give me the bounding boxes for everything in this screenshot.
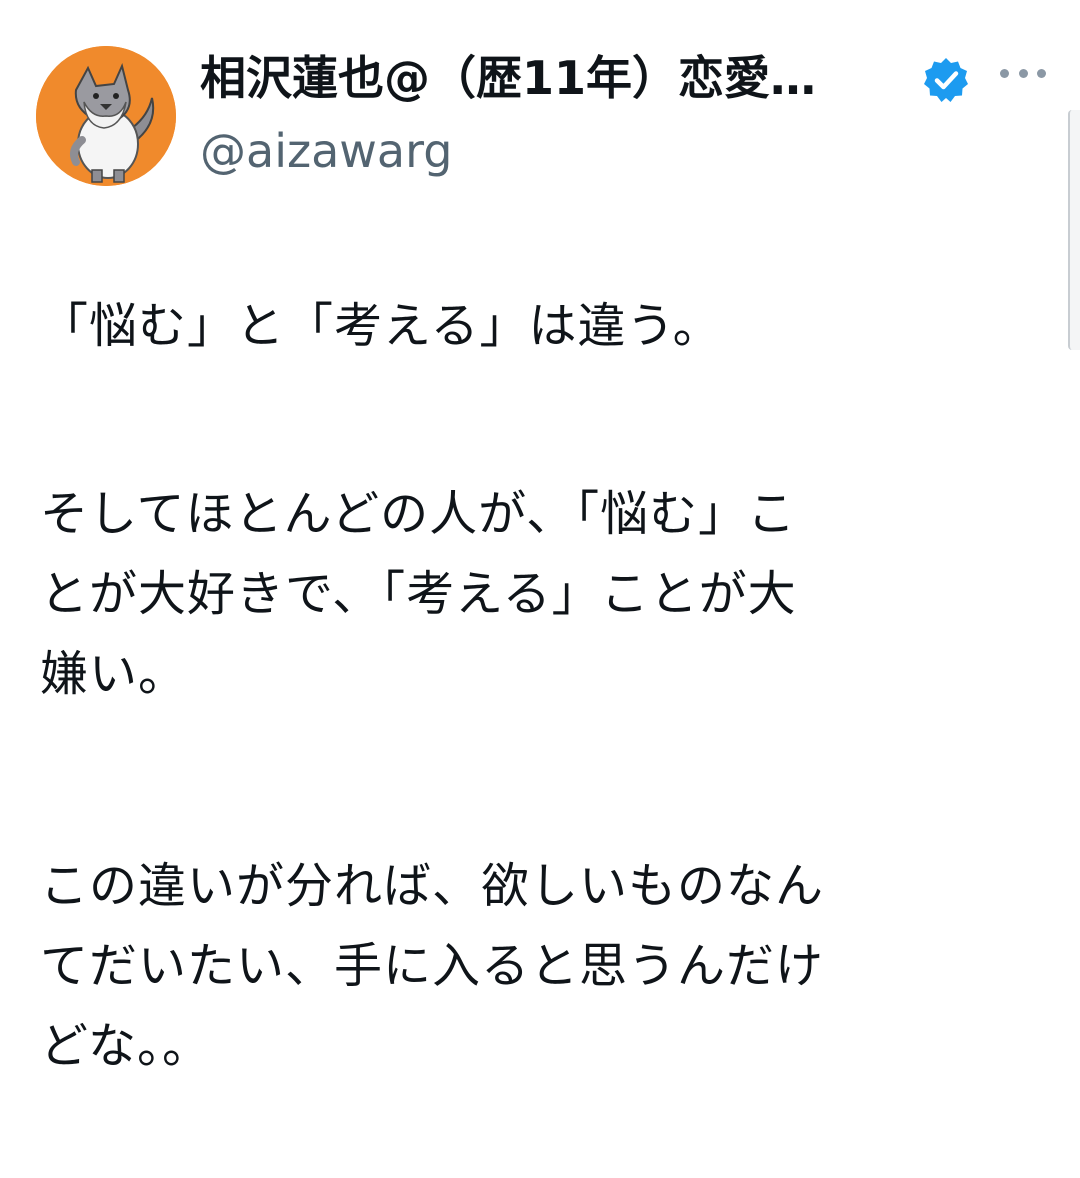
verified-badge-icon bbox=[922, 56, 970, 104]
more-options-icon[interactable] bbox=[1000, 58, 1046, 88]
tweet-text-line: とが大好きで、「考える」ことが大 bbox=[40, 566, 797, 622]
tweet-paragraph-2: そしてほとんどの人が、「悩む」こ とが大好きで、「考える」ことが大 嫌い。 bbox=[40, 474, 1040, 714]
author-display-name[interactable]: 相沢蓮也@（歴11年）恋愛… bbox=[200, 46, 816, 110]
scrollbar[interactable] bbox=[1068, 110, 1080, 350]
more-dot bbox=[1037, 68, 1046, 78]
tweet-paragraph-3: この違いが分れば、欲しいものなん てだいたい、手に入ると思うんだけ どな。。 bbox=[40, 846, 1040, 1086]
tweet-text-line: 嫌い。 bbox=[40, 646, 188, 702]
tweet-text-line: 「悩む」と「考える」は違う。 bbox=[40, 298, 722, 354]
wolf-mascot-icon bbox=[36, 46, 176, 186]
author-handle[interactable]: @aizawarg bbox=[200, 120, 452, 182]
tweet-text-line: そしてほとんどの人が、「悩む」こ bbox=[40, 486, 797, 542]
more-dot bbox=[1018, 68, 1028, 78]
tweet-text-line: どな。。 bbox=[40, 1018, 212, 1074]
tweet-paragraph-1: 「悩む」と「考える」は違う。 bbox=[40, 286, 1040, 366]
tweet-text-line: てだいたい、手に入ると思うんだけ bbox=[40, 938, 825, 994]
more-dot bbox=[1000, 68, 1009, 78]
avatar[interactable] bbox=[36, 46, 176, 186]
tweet-text-line: この違いが分れば、欲しいものなん bbox=[40, 858, 825, 914]
